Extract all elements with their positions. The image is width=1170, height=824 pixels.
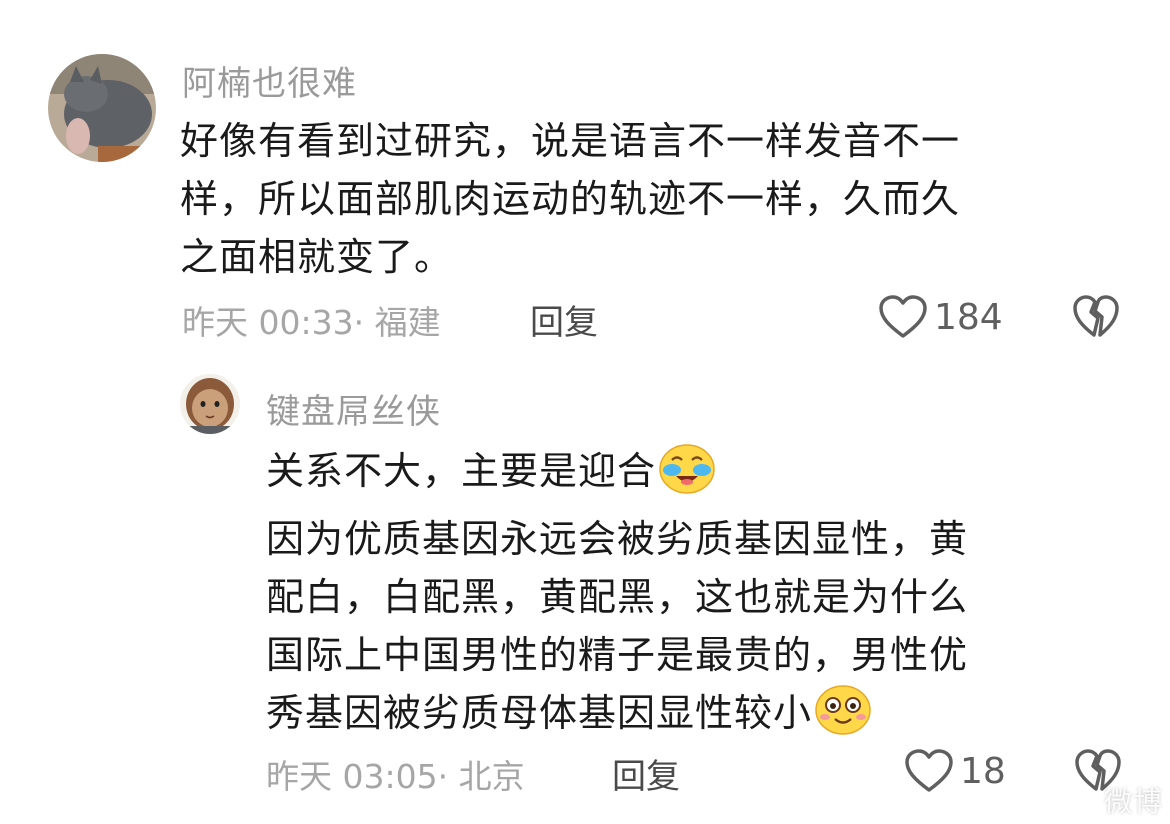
cartoon-avatar-image: [180, 374, 240, 434]
username[interactable]: 阿楠也很难: [182, 56, 357, 105]
cat-avatar-image: [48, 54, 156, 162]
comment-meta: 昨天 00:33· 福建: [182, 296, 441, 344]
comment-list: 阿楠也很难 好像有看到过研究，说是语言不一样发音不一 样，所以面部肌肉运动的轨迹…: [0, 0, 1170, 824]
reply-button[interactable]: 回复: [530, 295, 598, 344]
dislike-button[interactable]: [1072, 294, 1120, 344]
heart-icon: [905, 749, 953, 792]
comment-line: 好像有看到过研究，说是语言不一样发音不一: [180, 119, 961, 163]
watermark: 微博: [1103, 785, 1164, 818]
location: · 福建: [353, 303, 441, 342]
comment-line: 配白，白配黑，黄配黑，这也就是为什么: [266, 575, 969, 619]
comment-line: 国际上中国男性的精子是最贵的，男性优: [266, 633, 969, 677]
comment-body: 关系不大，主要是迎合 因为优质基因永远会被劣质基因显性，黄 配白，白配黑，黄配黑…: [266, 442, 968, 752]
comment-line: 之面相就变了。: [180, 235, 454, 279]
comment-line: 因为优质基因永远会被劣质基因显性，黄: [266, 517, 969, 561]
comment-meta: 昨天 03:05· 北京: [266, 750, 525, 798]
tears-of-joy-emoji: [658, 442, 716, 510]
like-count: 184: [934, 296, 1003, 338]
comment-line: 样，所以面部肌肉运动的轨迹不一样，久而久: [180, 177, 961, 221]
comment-body: 好像有看到过研究，说是语言不一样发音不一 样，所以面部肌肉运动的轨迹不一样，久而…: [180, 112, 960, 286]
reply-button[interactable]: 回复: [612, 749, 680, 798]
heart-icon: [879, 295, 927, 338]
like-count: 18: [960, 750, 1006, 792]
like-button[interactable]: 184: [878, 294, 1003, 340]
broken-heart-icon: [1073, 295, 1119, 337]
timestamp: 昨天 03:05: [266, 757, 438, 796]
like-button[interactable]: 18: [904, 748, 1006, 794]
avatar[interactable]: [180, 374, 240, 434]
avatar[interactable]: [48, 54, 156, 162]
timestamp: 昨天 00:33: [182, 303, 354, 342]
username[interactable]: 键盘屌丝侠: [266, 384, 441, 433]
comment-line: 秀基因被劣质母体基因显性较小: [266, 684, 968, 752]
location: · 北京: [437, 757, 525, 796]
smiling-emoji: [814, 684, 872, 752]
reply-comment-item: 键盘屌丝侠 关系不大，主要是迎合 因为优质基因永远会被劣质基因显性，黄 配白，白…: [0, 350, 1170, 824]
comment-item: 阿楠也很难 好像有看到过研究，说是语言不一样发音不一 样，所以面部肌肉运动的轨迹…: [0, 0, 1170, 350]
comment-line: 关系不大，主要是迎合: [266, 442, 968, 510]
